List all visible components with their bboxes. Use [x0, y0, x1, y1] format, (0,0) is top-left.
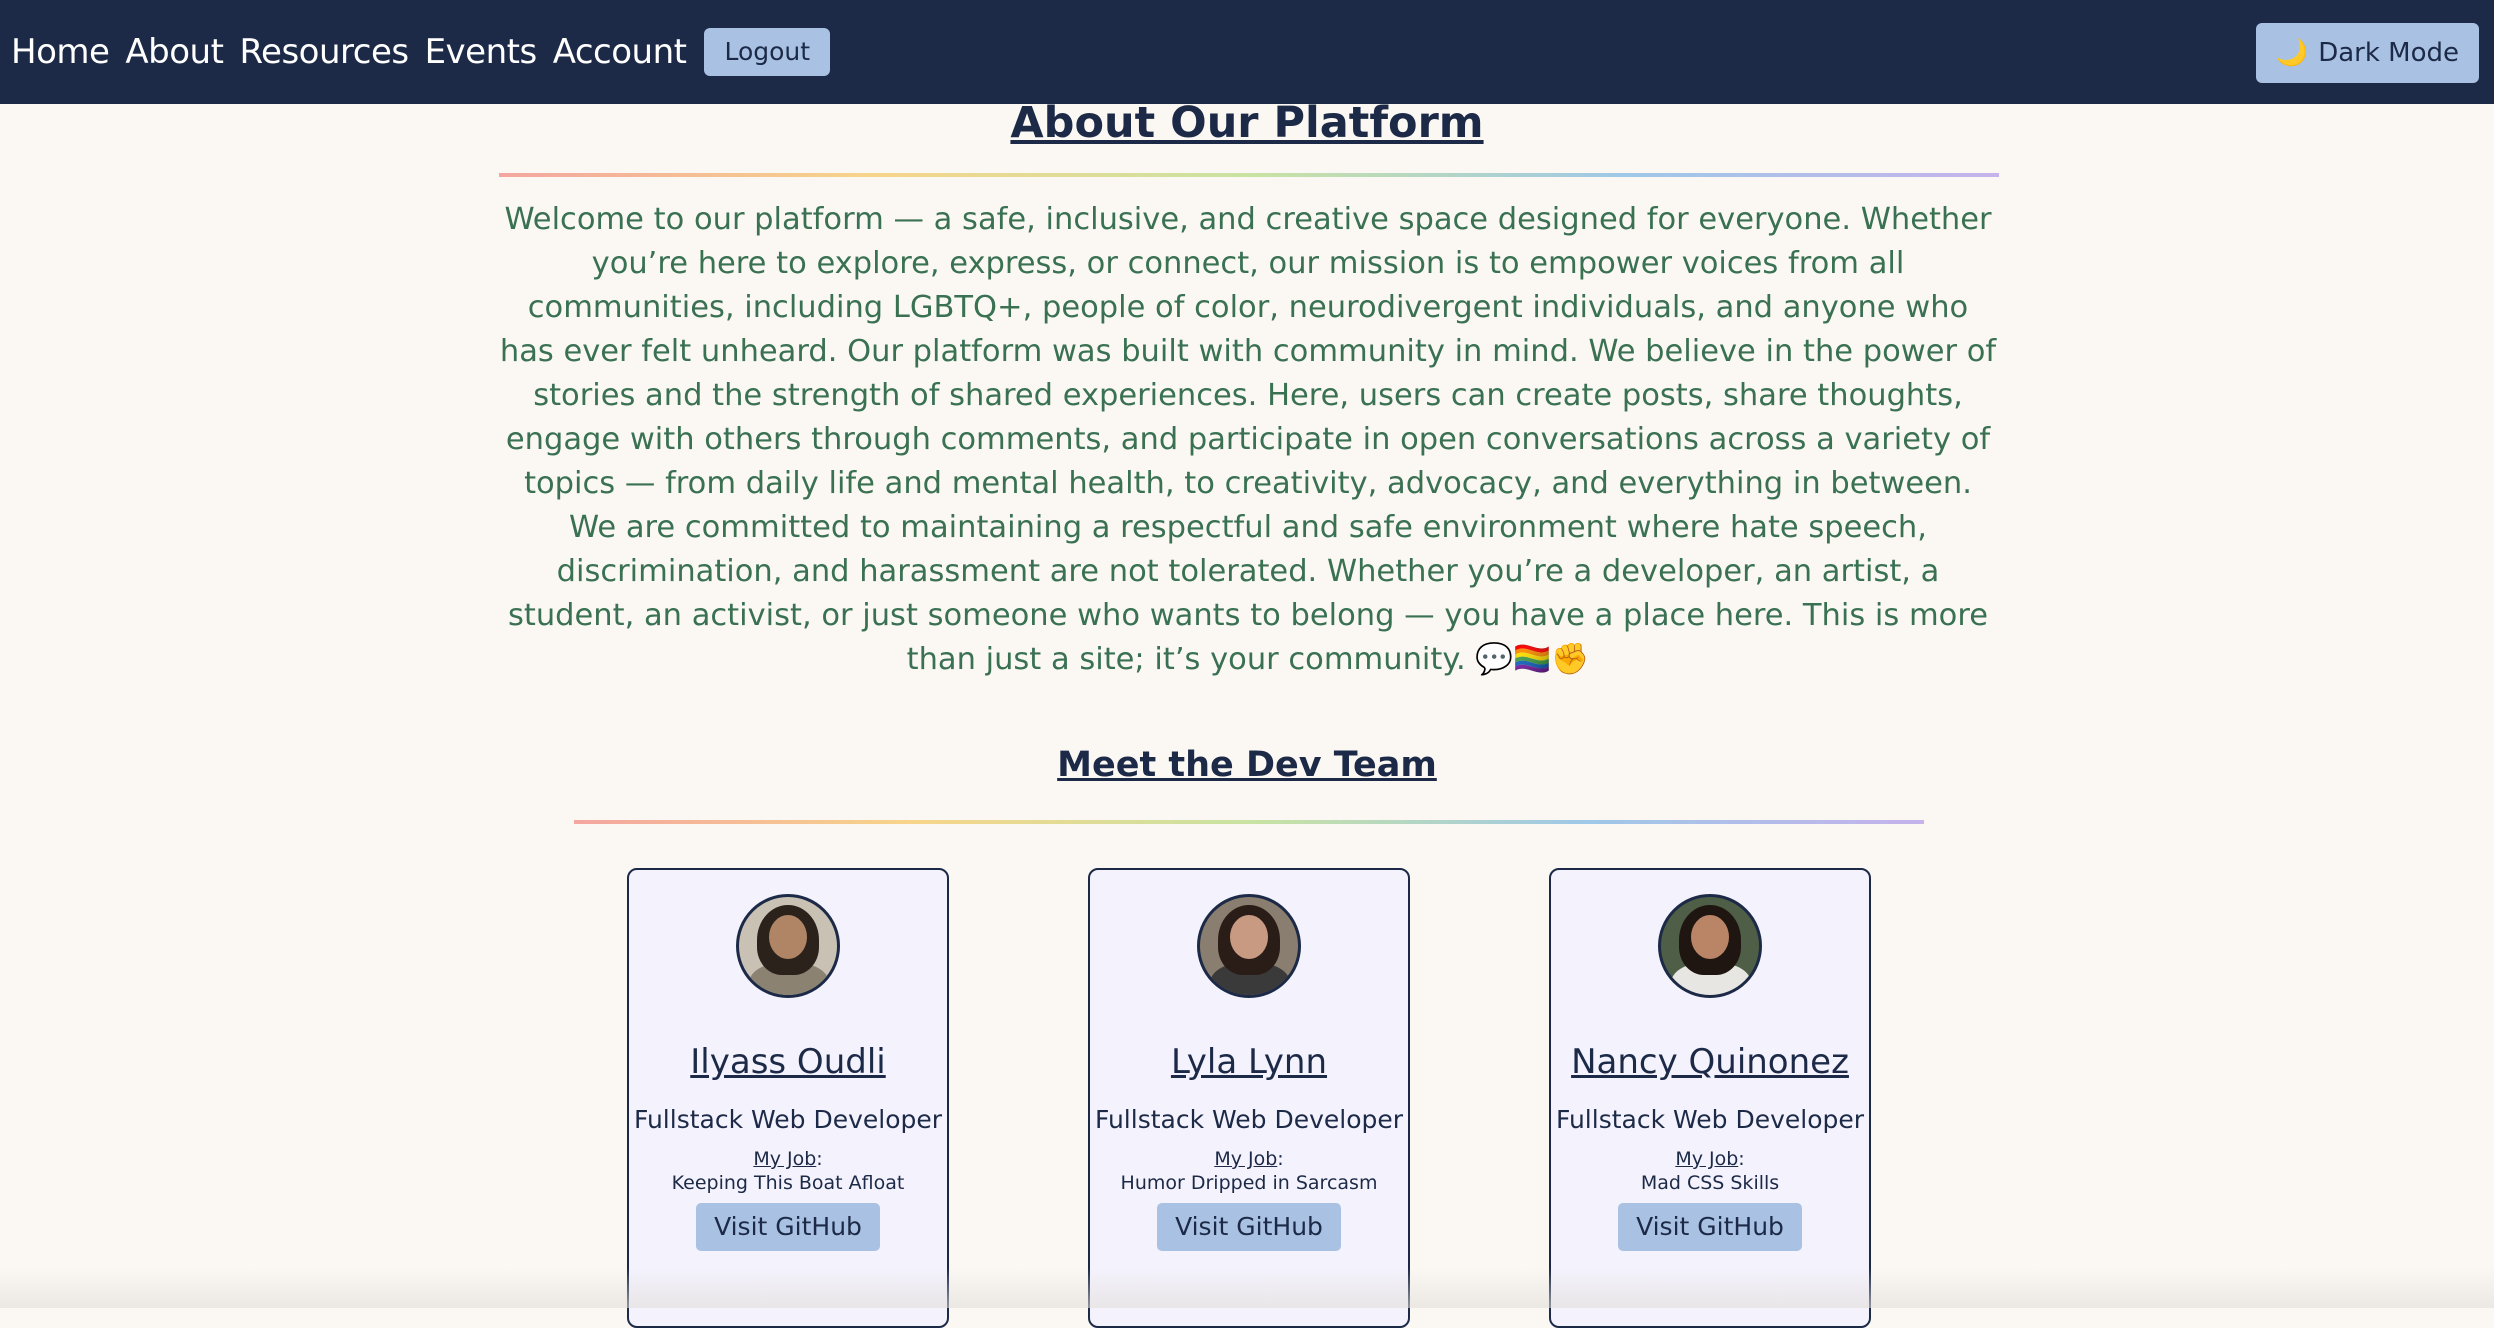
nav-link-home[interactable]: Home	[11, 32, 110, 72]
about-title: About Our Platform	[1010, 98, 1484, 148]
about-divider	[499, 173, 1999, 177]
member-role: Fullstack Web Developer	[1094, 1105, 1404, 1134]
member-job: My Job: Keeping This Boat Afloat	[671, 1148, 905, 1194]
team-card-ilyass: Ilyass Oudli Fullstack Web Developer My …	[627, 868, 949, 1328]
member-job: My Job: Humor Dripped in Sarcasm	[1120, 1148, 1378, 1194]
member-name[interactable]: Lyla Lynn	[1090, 1042, 1408, 1082]
nav-links: Home About Resources Events Account Logo…	[11, 0, 831, 104]
member-name[interactable]: Nancy Quinonez	[1551, 1042, 1869, 1082]
about-text: Welcome to our platform — a safe, inclus…	[499, 202, 1997, 677]
member-job-text: Humor Dripped in Sarcasm	[1120, 1172, 1378, 1194]
dark-mode-label: Dark Mode	[2318, 38, 2459, 68]
my-job-label: My Job	[753, 1148, 817, 1170]
nav-link-resources[interactable]: Resources	[239, 32, 409, 72]
team-card-lyla: Lyla Lynn Fullstack Web Developer My Job…	[1088, 868, 1410, 1328]
avatar	[1658, 894, 1762, 998]
bottom-shade	[0, 1268, 2494, 1308]
member-role: Fullstack Web Developer	[633, 1105, 943, 1134]
member-role: Fullstack Web Developer	[1555, 1105, 1865, 1134]
visit-github-button[interactable]: Visit GitHub	[1157, 1203, 1341, 1251]
navbar: Home About Resources Events Account Logo…	[0, 0, 2494, 104]
moon-icon: 🌙	[2275, 38, 2309, 68]
member-job-text: Keeping This Boat Afloat	[671, 1172, 905, 1194]
team-divider	[574, 820, 1924, 824]
nav-link-events[interactable]: Events	[425, 32, 538, 72]
avatar	[1197, 894, 1301, 998]
nav-link-about[interactable]: About	[125, 32, 224, 72]
nav-link-account[interactable]: Account	[553, 32, 687, 72]
my-job-label: My Job	[1214, 1148, 1278, 1170]
team-title: Meet the Dev Team	[1057, 745, 1437, 785]
team-card-nancy: Nancy Quinonez Fullstack Web Developer M…	[1549, 868, 1871, 1328]
member-name[interactable]: Ilyass Oudli	[629, 1042, 947, 1082]
my-job-label: My Job	[1675, 1148, 1739, 1170]
member-job: My Job: Mad CSS Skills	[1640, 1148, 1780, 1194]
member-job-text: Mad CSS Skills	[1640, 1172, 1780, 1194]
dark-mode-button[interactable]: 🌙 Dark Mode	[2255, 23, 2479, 83]
visit-github-button[interactable]: Visit GitHub	[1618, 1203, 1802, 1251]
visit-github-button[interactable]: Visit GitHub	[696, 1203, 880, 1251]
avatar	[736, 894, 840, 998]
logout-button[interactable]: Logout	[704, 28, 831, 76]
